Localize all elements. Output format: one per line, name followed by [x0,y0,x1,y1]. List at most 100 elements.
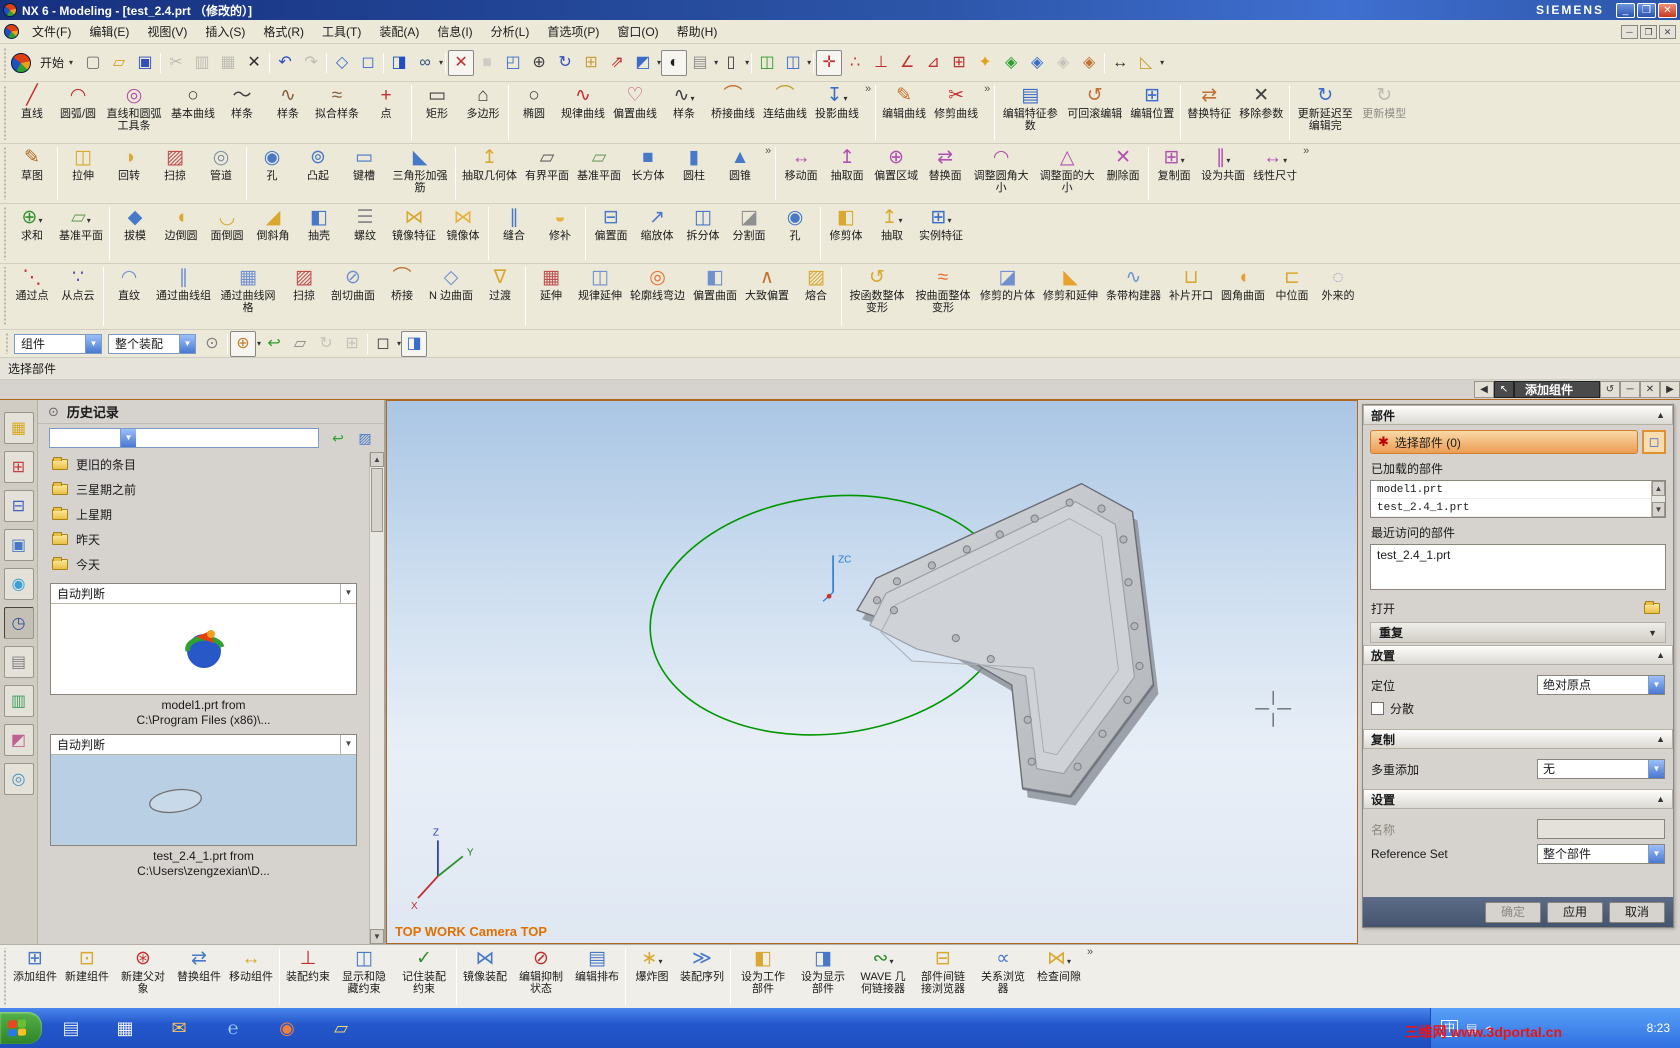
hd3d-tools-tab[interactable]: ◉ [3,568,34,600]
toolbar-button[interactable]: ⊞ 添加组件 [9,945,61,984]
toolbar-button[interactable]: ⋈▾ 检查间隙 [1033,945,1085,984]
cancel-button[interactable]: 取消 [1609,901,1665,923]
toolbar-button[interactable]: ∵ 从点云 [55,264,101,304]
find-button[interactable]: ∞ [412,50,438,76]
toolbar-button[interactable]: ⇄ 替换组件 [173,945,225,984]
toolbar-button[interactable]: ∿▾ 样条 [661,82,707,122]
preview-image-button[interactable]: ▨ [354,428,376,448]
toolbar-button[interactable]: △ 调整面的大小 [1034,144,1100,196]
doc-restore-button[interactable]: ❐ [1640,24,1657,39]
part-thumbnail[interactable] [51,604,356,694]
toolbar-button[interactable]: + 点 [363,82,409,122]
loaded-part-row[interactable]: test_2.4_1.prt [1371,499,1651,517]
display-key-button[interactable]: ✦ [972,50,998,76]
load-option-combo[interactable]: 自动判断 ▼ [51,584,356,604]
measure-distance-button[interactable]: ↔ [1107,50,1133,76]
toolbar-button[interactable]: ◇ N 边曲面 [425,264,477,304]
toolbar-button[interactable]: ↻ 更新延迟至编辑完 [1292,82,1358,134]
toolbar-button[interactable]: ⊞ 编辑位置 [1126,82,1178,122]
overflow-chevron-icon[interactable]: » [763,144,773,158]
toolbar-button[interactable]: ⊏ 中位面 [1269,264,1315,304]
restore-button[interactable]: ❐ [1637,2,1656,18]
update-display-button[interactable]: ◈ [1024,50,1050,76]
apply-button[interactable]: 应用 [1547,901,1603,923]
toolbar-button[interactable]: ∥▾ 设为共面 [1197,144,1249,184]
snap-grid-button[interactable]: ⊞ [339,331,365,357]
chevron-down-icon[interactable]: ▾ [439,58,443,67]
csys-constructor-button[interactable]: ∴ [842,50,868,76]
toolbar-button[interactable]: ◉ 孔 [772,204,818,244]
toolbar-button[interactable]: ◧ 修剪体 [823,204,869,244]
overflow-chevron-icon[interactable]: » [982,82,992,96]
toolbar-button[interactable]: ∇ 过渡 [477,264,523,304]
toolbar-button[interactable]: ↥▾ 抽取 [869,204,915,244]
csys-rotate-button[interactable]: ∠ [894,50,920,76]
toolbar-button[interactable]: ↧▾ 投影曲线 [811,82,863,122]
toolbar-button[interactable]: ◫ 拉伸 [60,144,106,184]
new-file-button[interactable]: ▢ [80,50,106,76]
toolbar-button[interactable]: ∿ 规律曲线 [557,82,609,122]
loaded-part-row[interactable]: model1.prt [1371,481,1651,499]
toolbar-button[interactable]: ▦ 通过曲线网格 [215,264,281,316]
show-desktop-icon[interactable]: ▤ [58,1015,84,1041]
toolbar-button[interactable]: ◪ 分割面 [726,204,772,244]
toolbar-button[interactable]: ⌒ 桥接曲线 [707,82,759,122]
toolbar-button[interactable]: ○ 椭圆 [511,82,557,122]
redo-button[interactable]: ↷ [298,50,324,76]
rotate-view-button[interactable]: ↻ [552,50,578,76]
select-display-button[interactable]: ◈ [1050,50,1076,76]
menu-item[interactable]: 编辑(E) [80,20,138,43]
settings-section-header[interactable]: 设置 ▲ [1363,789,1673,809]
toolbar-button[interactable]: ↔ 移动组件 [225,945,277,984]
menu-item[interactable]: 装配(A) [370,20,428,43]
layout-button[interactable]: ◻ [355,50,381,76]
csys-axes-button[interactable]: ⊥ [868,50,894,76]
open-folder-button[interactable] [1639,598,1665,618]
history-search-combo[interactable]: ▼ [49,428,319,448]
toolbar-button[interactable]: ◠ 圆弧/圆 [55,82,101,122]
toolbar-grip[interactable] [2,47,7,78]
rail-cursor-icon[interactable]: ↖ [1493,381,1514,398]
toolbar-button[interactable]: ▱ 基准平面 [573,144,625,184]
graphics-viewport[interactable]: ZC Z Y X TOP WORK Camera TOP [386,400,1358,944]
recent-part-box[interactable]: test_2.4_1.prt [1370,544,1666,590]
measure-angle-button[interactable]: ◺ [1133,50,1159,76]
toolbar-button[interactable]: ◑ 回转 [106,144,152,184]
toolbar-grip[interactable] [2,207,7,260]
interpart-link-icon[interactable]: ⊙ [199,331,225,357]
menu-item[interactable]: 插入(S) [196,20,254,43]
toolbar-button[interactable]: ✎ 编辑曲线 [878,82,930,122]
csys-orient-button[interactable]: ⊿ [920,50,946,76]
toolbar-button[interactable]: ◒ 修补 [537,204,583,244]
chevron-down-icon[interactable]: ▾ [898,216,902,225]
render-style-button[interactable]: ◐ [661,49,688,76]
chevron-down-icon[interactable]: ▾ [1226,156,1230,165]
menu-item[interactable]: 工具(T) [313,20,370,43]
toolbar-grip[interactable] [2,267,7,326]
ok-button[interactable]: 确定 [1485,901,1541,923]
assembly-navigator-tab[interactable]: ▦ [3,412,34,444]
toolbar-button[interactable]: ∧ 大致偏置 [741,264,793,304]
menu-item[interactable]: 信息(I) [428,20,481,43]
toolbar-button[interactable]: ∾▾ WAVE 几何链接器 [853,945,913,996]
toolbar-button[interactable]: ▨ 扫掠 [281,264,327,304]
menu-item[interactable]: 帮助(H) [668,20,727,43]
orient-view-button[interactable]: ⇗ [604,50,630,76]
toolbar-button[interactable]: ▨ 扫掠 [152,144,198,184]
sync-view-button[interactable]: ◈ [998,50,1024,76]
scroll-down-icon[interactable]: ▼ [370,929,384,944]
toolbar-button[interactable]: ⌒ 桥接 [379,264,425,304]
toolbar-button[interactable]: ⊛ 新建父对象 [113,945,173,996]
toolbar-button[interactable]: ∗▾ 爆炸图 [628,945,676,984]
toolbar-button[interactable]: 〜样条 [219,82,265,122]
zoom-inout-button[interactable]: ⊕ [526,50,552,76]
copy-section-header[interactable]: 复制 ▲ [1363,729,1673,749]
toolbar-button[interactable]: ▱▾ 基准平面 [55,204,107,244]
toolbar-button[interactable]: ◫ 拆分体 [680,204,726,244]
chevron-down-icon[interactable]: ▾ [807,58,811,67]
chevron-down-icon[interactable]: ▾ [690,94,694,103]
history-part-card[interactable]: 自动判断 ▼ model1.prt from C:\Program Files (x8… [50,583,357,728]
toolbar-grip[interactable] [2,948,7,1005]
history-scrollbar[interactable]: ▲ ▼ [369,452,384,944]
toolbar-grip[interactable] [2,85,7,140]
